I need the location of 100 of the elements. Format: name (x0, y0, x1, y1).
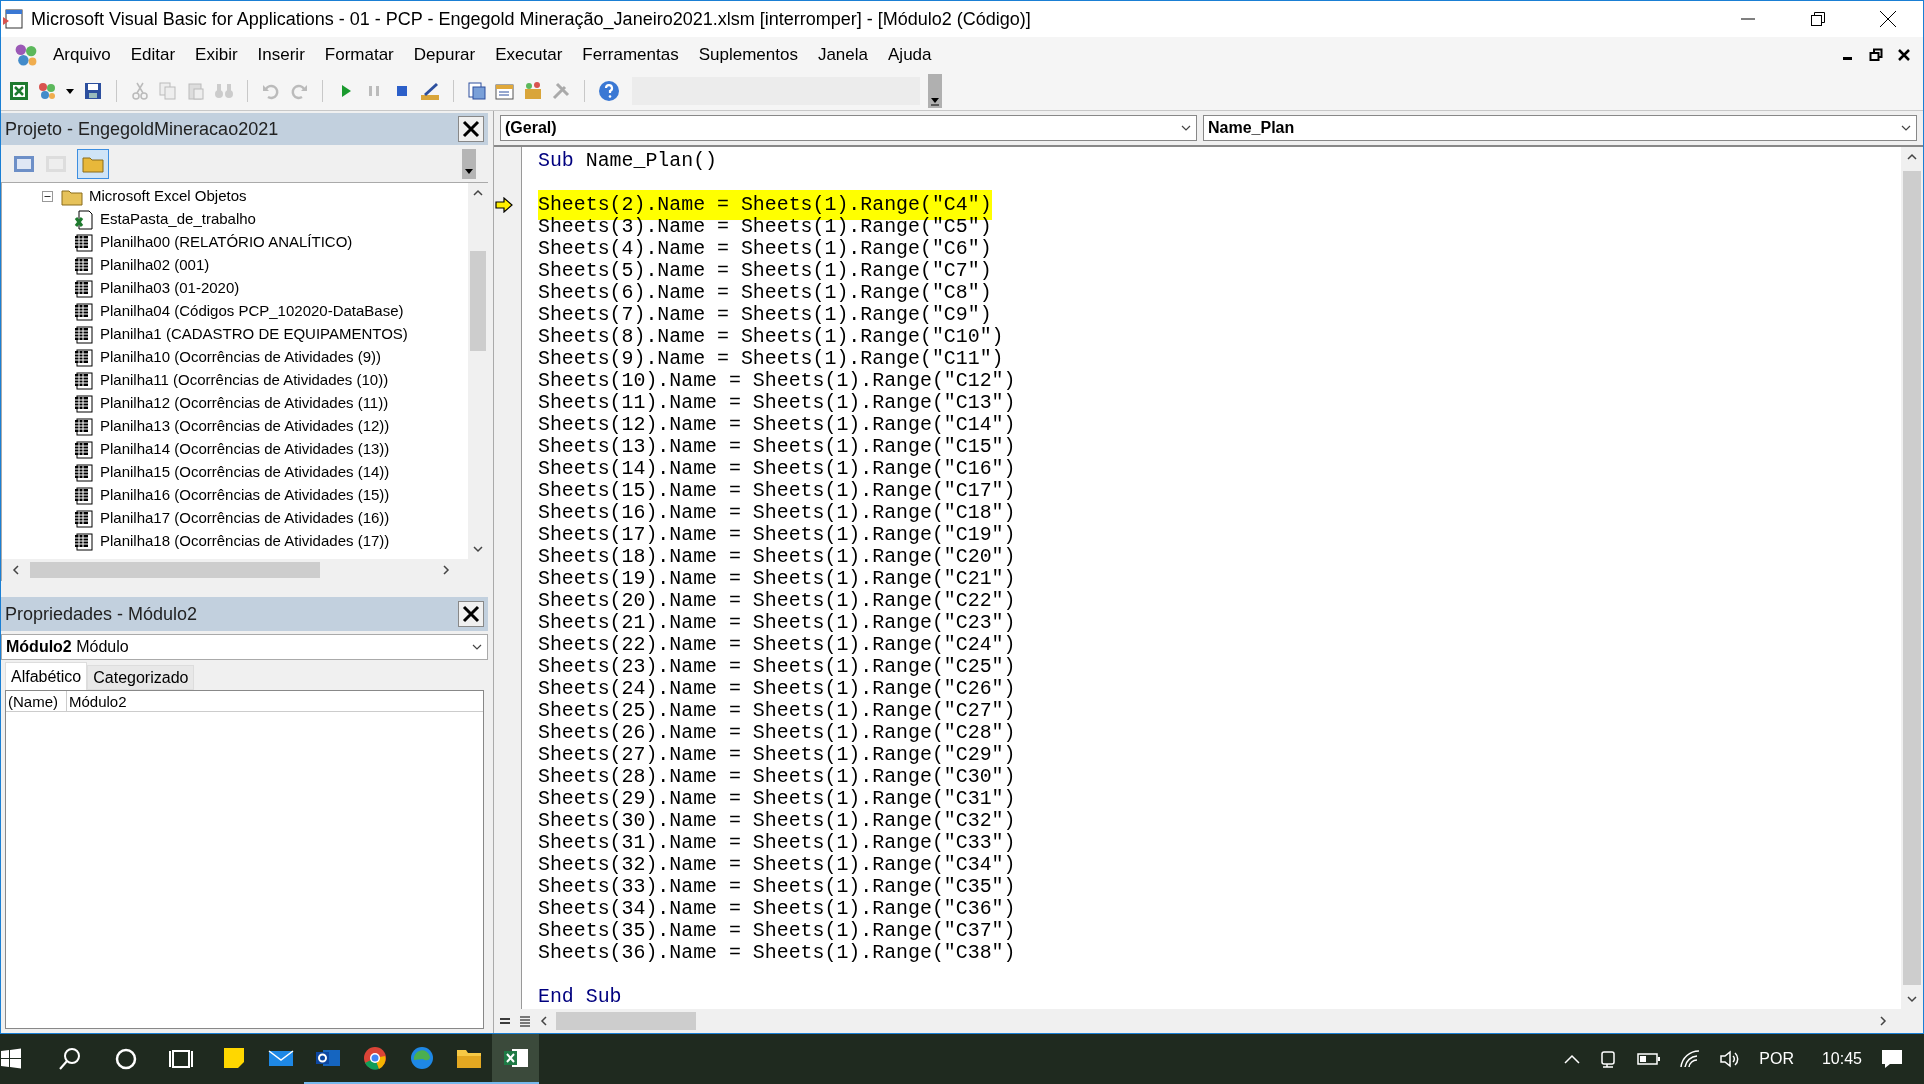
chevron-down-icon[interactable] (1906, 993, 1918, 1005)
close-button[interactable] (458, 116, 484, 142)
code-line: Sheets(8).Name = Sheets(1).Range("C10") (538, 324, 1004, 349)
worksheet-icon (74, 440, 94, 459)
full-module-view-icon[interactable] (518, 1014, 532, 1028)
spreadsheet-icon[interactable] (9, 81, 29, 101)
scrollbar-thumb[interactable] (1903, 171, 1921, 985)
code-line: Sheets(23).Name = Sheets(1).Range("C25") (538, 654, 1016, 679)
menu-item[interactable]: Exibir (195, 41, 238, 68)
scrollbar-thumb[interactable] (470, 251, 486, 351)
worksheet-icon (74, 486, 94, 505)
view-code-icon[interactable] (13, 154, 35, 173)
tree-item[interactable]: Planilha18 (Ocorrências de Atividades (17)) (100, 530, 390, 553)
ruler-pencil-icon[interactable] (420, 81, 440, 101)
tree-item[interactable]: Planilha13 (Ocorrências de Atividades (12)) (100, 415, 390, 438)
code-line: Sheets(26).Name = Sheets(1).Range("C28") (538, 720, 1016, 745)
worksheet-icon (74, 509, 94, 528)
folder-icon[interactable] (455, 1047, 482, 1069)
panel-title: Projeto - EngegoldMineracao2021 (4, 117, 279, 141)
tab[interactable]: Alfabético (5, 662, 88, 690)
code-line: Sheets(19).Name = Sheets(1).Range("C21") (538, 566, 1016, 591)
scroll-down-icon[interactable] (462, 148, 476, 179)
wifi-icon[interactable] (1679, 1049, 1702, 1069)
object-dropdown[interactable]: Módulo2 Módulo (1, 634, 488, 660)
menu-item[interactable]: Editar (130, 41, 176, 68)
tree-item[interactable]: Planilha00 (RELATÓRIO ANALÍTICO) (100, 231, 353, 254)
windows-icon[interactable] (0, 1048, 22, 1070)
code-line: Sheets(4).Name = Sheets(1).Range("C6") (538, 236, 992, 261)
worksheet-icon (74, 256, 94, 275)
chevron-left-icon[interactable] (10, 564, 22, 576)
code-line: Sheets(24).Name = Sheets(1).Range("C26") (538, 676, 1016, 701)
code-line: Sheets(33).Name = Sheets(1).Range("C35") (538, 874, 1016, 899)
menu-item[interactable]: Janela (817, 41, 868, 68)
tree-item[interactable]: Planilha11 (Ocorrências de Atividades (10)) (100, 369, 389, 392)
toolbar-options-icon[interactable] (928, 74, 942, 108)
menu-item[interactable]: Inserir (257, 41, 305, 68)
code-line: Sheets(29).Name = Sheets(1).Range("C31") (538, 786, 1016, 811)
code-line: Sheets(17).Name = Sheets(1).Range("C19") (538, 522, 1016, 547)
tree-item[interactable]: Planilha1 (CADASTRO DE EQUIPAMENTOS) (100, 323, 408, 346)
project-icon[interactable] (467, 81, 487, 101)
worksheet-icon (74, 279, 94, 298)
menu-item[interactable]: Depurar (413, 41, 476, 68)
chevron-down-icon[interactable] (472, 543, 484, 555)
worksheet-icon (74, 302, 94, 321)
object-dropdown[interactable]: (Geral) (500, 115, 1197, 141)
sticky-note-icon[interactable] (221, 1046, 246, 1070)
tree-item[interactable]: Planilha16 (Ocorrências de Atividades (15)) (100, 484, 390, 507)
save-icon[interactable] (83, 81, 103, 101)
restore-icon[interactable] (1869, 47, 1883, 62)
procedure-dropdown[interactable]: Name_Plan (1203, 115, 1917, 141)
menu-item[interactable]: Ajuda (888, 41, 932, 68)
code-line: Sheets(13).Name = Sheets(1).Range("C15") (538, 434, 1016, 459)
property-value[interactable]: Módulo2 (67, 691, 127, 711)
tree-item[interactable]: Planilha14 (Ocorrências de Atividades (13)) (100, 438, 390, 461)
worksheet-icon (74, 348, 94, 367)
toolbox-icon[interactable] (523, 81, 543, 101)
help-icon[interactable] (598, 80, 620, 102)
menu-item[interactable]: Executar (495, 41, 563, 68)
toggle-folders-button[interactable] (77, 148, 109, 179)
tab[interactable]: Categorizado (87, 665, 195, 690)
tree-item[interactable]: Planilha04 (Códigos PCP_102020-DataBase) (100, 300, 404, 323)
shapes-icon[interactable] (37, 81, 57, 101)
menu-item[interactable]: Arquivo (53, 41, 111, 68)
tree-item[interactable]: Planilha12 (Ocorrências de Atividades (11)) (100, 392, 389, 415)
task-view-icon[interactable] (168, 1047, 194, 1071)
menu-item[interactable]: Formatar (324, 41, 394, 68)
spreadsheet-icon[interactable] (502, 1046, 529, 1070)
collapse-icon[interactable] (42, 191, 53, 202)
close-button[interactable] (458, 601, 484, 627)
tree-item[interactable]: EstaPasta_de_trabalho (100, 208, 256, 231)
chevron-right-icon[interactable] (1877, 1015, 1889, 1027)
scrollbar-thumb[interactable] (30, 562, 320, 578)
worksheet-icon (74, 394, 94, 413)
chevron-right-icon[interactable] (440, 564, 452, 576)
code-line: Sheets(10).Name = Sheets(1).Range("C12") (538, 368, 1016, 393)
clock[interactable]: 10:45 (1821, 1047, 1862, 1071)
browser-icon[interactable] (409, 1046, 434, 1070)
battery-icon[interactable] (1637, 1052, 1662, 1066)
chevron-left-icon[interactable] (538, 1015, 550, 1027)
notification-icon[interactable] (1880, 1048, 1904, 1070)
tree-item[interactable]: Planilha17 (Ocorrências de Atividades (16)) (100, 507, 390, 530)
property-name[interactable]: (Name) (6, 691, 67, 711)
input-language[interactable]: POR (1759, 1047, 1794, 1071)
scrollbar-thumb[interactable] (556, 1012, 696, 1030)
tree-item[interactable]: Planilha15 (Ocorrências de Atividades (14)) (100, 461, 390, 484)
circle-icon[interactable] (114, 1047, 138, 1071)
code-line: Sheets(36).Name = Sheets(1).Range("C38") (538, 940, 1016, 967)
window-title: Microsoft Visual Basic for Applications - 01 - PCP - Engegold Mineração_Janeiro2021.xlsm [interromper] - [Módulo2 (Código)] (31, 7, 1031, 32)
menu-item[interactable]: Ferramentas (582, 41, 679, 68)
search-icon[interactable] (58, 1047, 82, 1071)
menu-item[interactable]: Suplementos (698, 41, 798, 68)
code-line: Sheets(22).Name = Sheets(1).Range("C24") (538, 632, 1016, 657)
tree-item[interactable]: Planilha10 (Ocorrências de Atividades (9)) (100, 346, 381, 369)
browser-icon[interactable] (362, 1046, 387, 1070)
code-line: Sheets(30).Name = Sheets(1).Range("C32") (538, 808, 1016, 833)
caret-icon[interactable] (65, 86, 75, 96)
tree-item[interactable]: Planilha03 (01-2020) (100, 277, 240, 300)
tree-item[interactable]: Planilha02 (001) (100, 254, 210, 277)
close-icon[interactable] (1897, 47, 1911, 62)
tree-item[interactable]: Microsoft Excel Objetos (89, 185, 247, 208)
